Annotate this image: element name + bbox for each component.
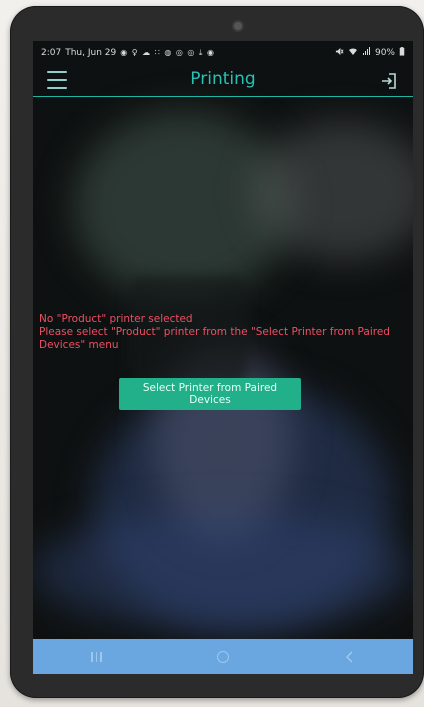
status-time: 2:07	[41, 48, 62, 58]
status-date: Thu, Jun 29	[65, 48, 117, 58]
signal-icon	[362, 47, 371, 59]
app-bar: Printing	[33, 65, 413, 97]
printer-status-message: No "Product" printer selected Please sel…	[39, 313, 407, 352]
navigation-bar	[33, 639, 413, 674]
recents-icon[interactable]	[66, 642, 126, 672]
tablet-screen: 2:07 Thu, Jun 29 ◉ ♀ ☁ ∷ ◍ ◎ ◎ ⤓ ◉ 90% P…	[33, 41, 413, 674]
mute-icon	[335, 47, 344, 59]
select-printer-button[interactable]: Select Printer from Paired Devices	[119, 378, 301, 410]
no-printer-message: No "Product" printer selected	[39, 313, 193, 325]
photo-background: 2:07 Thu, Jun 29 ◉ ♀ ☁ ∷ ◍ ◎ ◎ ⤓ ◉ 90% P…	[0, 0, 424, 707]
select-printer-instruction: Please select "Product" printer from the…	[39, 326, 390, 351]
battery-level: 90%	[374, 48, 395, 58]
notification-icons: ◉ ♀ ☁ ∷ ◍ ◎ ◎ ⤓ ◉	[120, 48, 215, 57]
home-button[interactable]	[193, 642, 253, 672]
page-title: Printing	[190, 69, 256, 89]
home-icon	[216, 650, 229, 663]
logout-icon[interactable]	[379, 71, 399, 91]
front-camera	[234, 22, 242, 30]
back-icon[interactable]	[320, 642, 380, 672]
battery-icon	[399, 47, 405, 59]
wifi-icon	[348, 47, 358, 59]
status-bar: 2:07 Thu, Jun 29 ◉ ♀ ☁ ∷ ◍ ◎ ◎ ⤓ ◉ 90%	[33, 41, 413, 65]
